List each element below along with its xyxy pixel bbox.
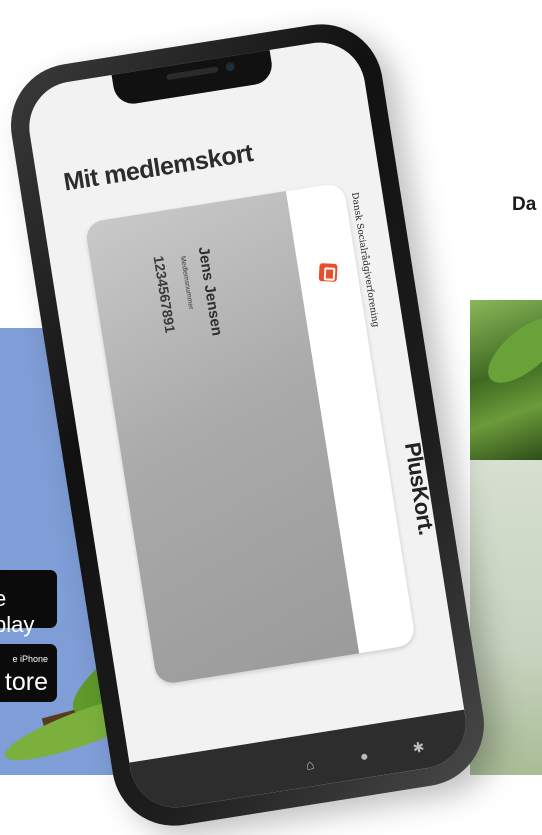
settings-icon[interactable]: ✱ xyxy=(409,738,427,756)
app-store-big-label: tore xyxy=(4,668,48,696)
camera-icon xyxy=(224,61,235,73)
app-store-button[interactable]: e iPhone tore xyxy=(0,644,57,702)
app-store-small-label: e iPhone xyxy=(12,654,48,664)
membership-card[interactable]: Dansk Socialrådgiverforening PlusKort. J… xyxy=(84,182,439,686)
google-play-button[interactable]: e play xyxy=(0,570,57,637)
member-number: 1234567891 xyxy=(150,254,179,335)
speaker-grille xyxy=(165,66,218,81)
page-title: Mit medlemskort xyxy=(61,139,255,197)
partial-heading: Da xyxy=(512,194,537,215)
member-number-label: Medlemsnummer xyxy=(178,255,195,311)
background-leaf-photo xyxy=(470,300,542,460)
google-play-label: e play xyxy=(0,586,35,637)
home-icon[interactable]: ⌂ xyxy=(301,755,319,773)
member-name: Jens Jensen xyxy=(194,245,226,338)
organization-logo-icon xyxy=(318,263,338,282)
user-icon[interactable]: ● xyxy=(355,747,373,765)
